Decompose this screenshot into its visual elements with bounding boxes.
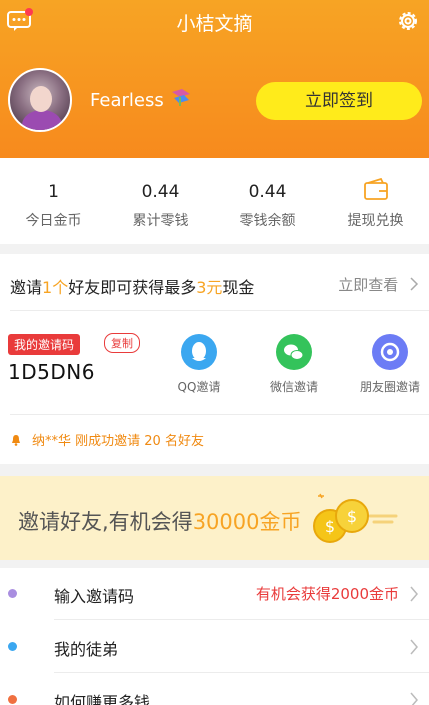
page-title: 小桔文摘	[176, 13, 253, 35]
divider	[10, 310, 429, 311]
wechat-icon	[276, 334, 312, 370]
invite-promo-text: 邀请1个好友即可获得最多3元现金	[10, 278, 255, 297]
qq-icon	[181, 334, 217, 370]
gear-icon[interactable]	[395, 8, 421, 34]
bell-icon	[12, 435, 20, 446]
menu-label: 如何赚更多钱	[54, 693, 151, 705]
level-badge-icon	[172, 89, 190, 106]
chevron-right-icon	[410, 586, 418, 602]
wallet-icon	[364, 178, 388, 200]
username: Fearless	[90, 90, 164, 111]
share-label: 微信邀请	[269, 380, 318, 394]
menu-item-earn-more[interactable]: 如何赚更多钱	[0, 674, 429, 705]
stat-label: 提现兑换	[347, 213, 404, 229]
share-label: QQ邀请	[177, 380, 221, 394]
stat-label: 今日金币	[25, 213, 82, 229]
stats-bar: 1 今日金币 0.44 累计零钱 0.44 零钱余额 提现兑换	[0, 158, 429, 244]
chevron-right-icon	[410, 277, 419, 291]
menu-item-enter-invite-code[interactable]: 输入邀请码 有机会获得2000金币	[0, 568, 429, 620]
stat-value: 0.44	[248, 182, 287, 202]
stat-total-change[interactable]: 0.44 累计零钱	[107, 158, 214, 244]
stat-balance[interactable]: 0.44 零钱余额	[214, 158, 321, 244]
stat-today-coins[interactable]: 1 今日金币	[0, 158, 107, 244]
menu-label: 我的徒弟	[54, 640, 119, 659]
wechat-invite-button[interactable]: 微信邀请	[249, 334, 339, 395]
menu-value: 有机会获得2000金币	[255, 585, 399, 603]
invite-card: 邀请1个好友即可获得最多3元现金 立即查看 我的邀请码 复制 1D5DN6 QQ…	[0, 254, 429, 464]
stat-value: 0.44	[141, 182, 180, 202]
stat-label: 零钱余额	[239, 213, 296, 229]
menu-list: 输入邀请码 有机会获得2000金币 我的徒弟 如何赚更多钱	[0, 568, 429, 705]
qq-invite-button[interactable]: QQ邀请	[154, 334, 244, 395]
moments-icon	[372, 334, 408, 370]
avatar[interactable]	[8, 68, 72, 132]
stat-value: 1	[48, 182, 59, 202]
copy-button[interactable]: 复制	[104, 333, 140, 353]
invite-notice: 纳**华 刚成功邀请 20 名好友	[10, 430, 204, 449]
svg-text:$: $	[325, 517, 335, 536]
divider	[54, 619, 429, 620]
chevron-right-icon	[410, 692, 418, 705]
divider	[54, 672, 429, 673]
menu-label: 输入邀请码	[54, 587, 135, 606]
coins-icon: $ $	[313, 493, 398, 543]
moments-invite-button[interactable]: 朋友圈邀请	[345, 334, 429, 395]
banner-text: 邀请好友,有机会得30000金币	[18, 510, 302, 534]
menu-item-my-apprentices[interactable]: 我的徒弟	[0, 621, 429, 673]
invite-code: 1D5DN6	[8, 360, 95, 384]
stat-label: 累计零钱	[132, 213, 189, 229]
view-now-link[interactable]: 立即查看	[338, 274, 419, 295]
sign-in-button[interactable]: 立即签到	[256, 82, 422, 120]
bullet-dot	[8, 695, 17, 704]
svg-text:$: $	[347, 507, 357, 526]
bullet-dot	[8, 642, 17, 651]
share-label: 朋友圈邀请	[359, 380, 420, 394]
invite-code-tag: 我的邀请码	[8, 334, 81, 355]
withdraw-button[interactable]: 提现兑换	[322, 158, 429, 244]
bullet-dot	[8, 589, 17, 598]
header: 小桔文摘 Fearless 立即签到	[0, 0, 429, 158]
chevron-right-icon	[410, 639, 418, 655]
divider	[10, 414, 429, 415]
